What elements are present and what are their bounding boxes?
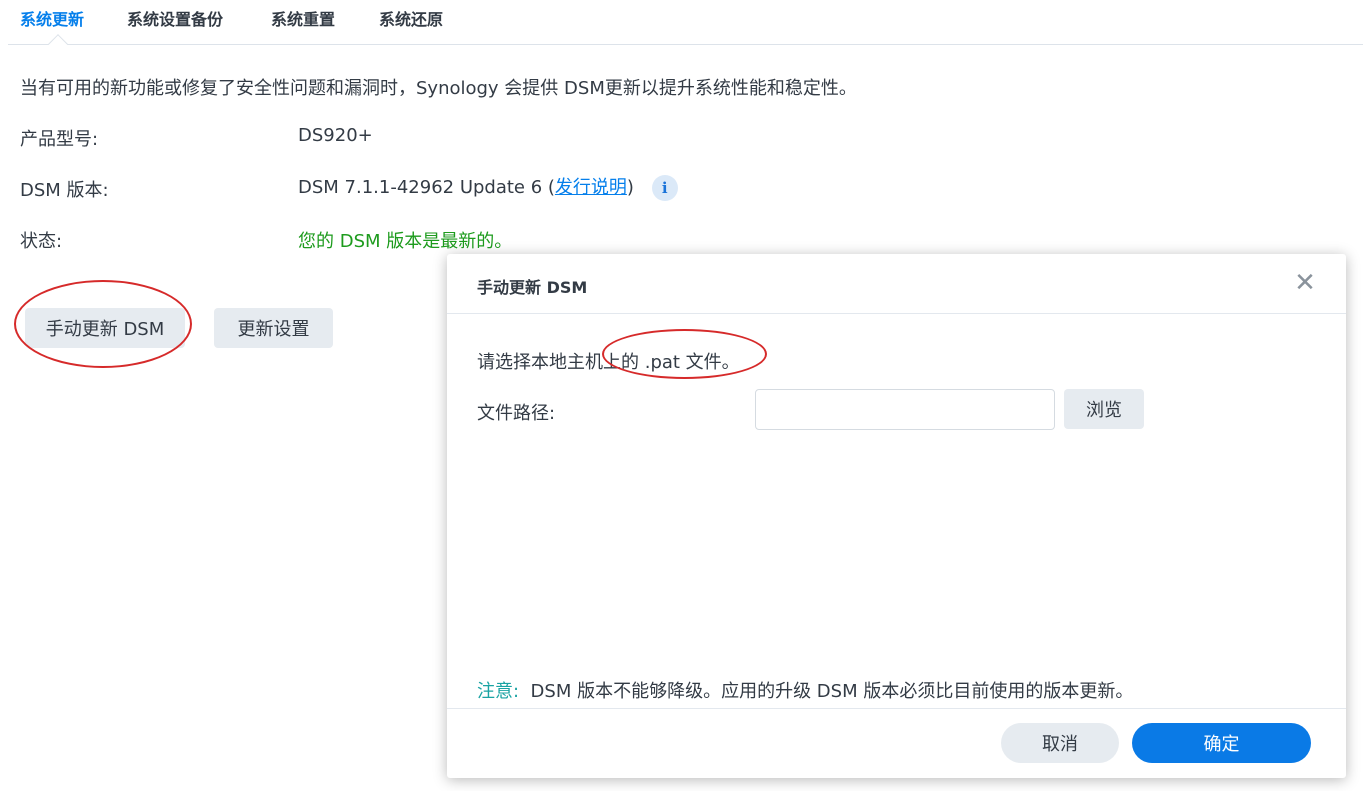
- browse-button[interactable]: 浏览: [1064, 389, 1144, 429]
- tab-system-update[interactable]: 系统更新: [20, 6, 84, 30]
- note-label: 注意:: [477, 681, 520, 702]
- release-notes-link[interactable]: 发行说明: [555, 177, 627, 198]
- dialog-title: 手动更新 DSM: [477, 278, 588, 297]
- dialog-header: 手动更新 DSM ✕: [447, 254, 1346, 314]
- dialog-footer-divider: [447, 708, 1346, 709]
- dialog-note: 注意: DSM 版本不能够降级。应用的升级 DSM 版本必须比目前使用的版本更新…: [477, 677, 1133, 703]
- tab-bar: 系统更新 系统设置备份 系统重置 系统还原: [8, 0, 1363, 54]
- model-label: 产品型号:: [20, 129, 99, 150]
- dsm-version-value: DSM 7.1.1-42962 Update 6 (发行说明) i: [298, 173, 678, 201]
- update-description: 当有可用的新功能或修复了安全性问题和漏洞时，Synology 会提供 DSM更新…: [20, 78, 857, 99]
- file-path-input[interactable]: [755, 389, 1055, 430]
- status-value: 您的 DSM 版本是最新的。: [298, 231, 513, 252]
- file-path-label: 文件路径:: [477, 403, 556, 424]
- dsm-version-label: DSM 版本:: [20, 180, 109, 201]
- manual-update-dsm-button[interactable]: 手动更新 DSM: [25, 308, 185, 348]
- close-icon[interactable]: ✕: [1290, 268, 1320, 298]
- cancel-button[interactable]: 取消: [1001, 723, 1119, 763]
- tab-system-reset[interactable]: 系统重置: [271, 6, 335, 30]
- info-icon[interactable]: i: [651, 175, 678, 201]
- model-value: DS920+: [298, 125, 373, 146]
- update-settings-button[interactable]: 更新设置: [214, 308, 333, 348]
- status-label: 状态:: [20, 231, 63, 252]
- tab-system-restore[interactable]: 系统还原: [379, 6, 443, 30]
- active-tab-caret: [48, 34, 68, 54]
- tab-system-settings-backup[interactable]: 系统设置备份: [127, 6, 223, 30]
- note-text: DSM 版本不能够降级。应用的升级 DSM 版本必须比目前使用的版本更新。: [530, 681, 1134, 702]
- dsm-version-suffix: ): [626, 177, 634, 198]
- dialog-instruction: 请选择本地主机上的 .pat 文件。: [477, 352, 740, 373]
- page: 系统更新 系统设置备份 系统重置 系统还原 当有可用的新功能或修复了安全性问题和…: [0, 0, 1363, 791]
- dsm-version-text: DSM 7.1.1-42962 Update 6 (: [298, 177, 555, 198]
- confirm-button[interactable]: 确定: [1132, 723, 1311, 763]
- manual-update-dialog: 手动更新 DSM ✕ 请选择本地主机上的 .pat 文件。 文件路径: 浏览 注…: [447, 254, 1346, 778]
